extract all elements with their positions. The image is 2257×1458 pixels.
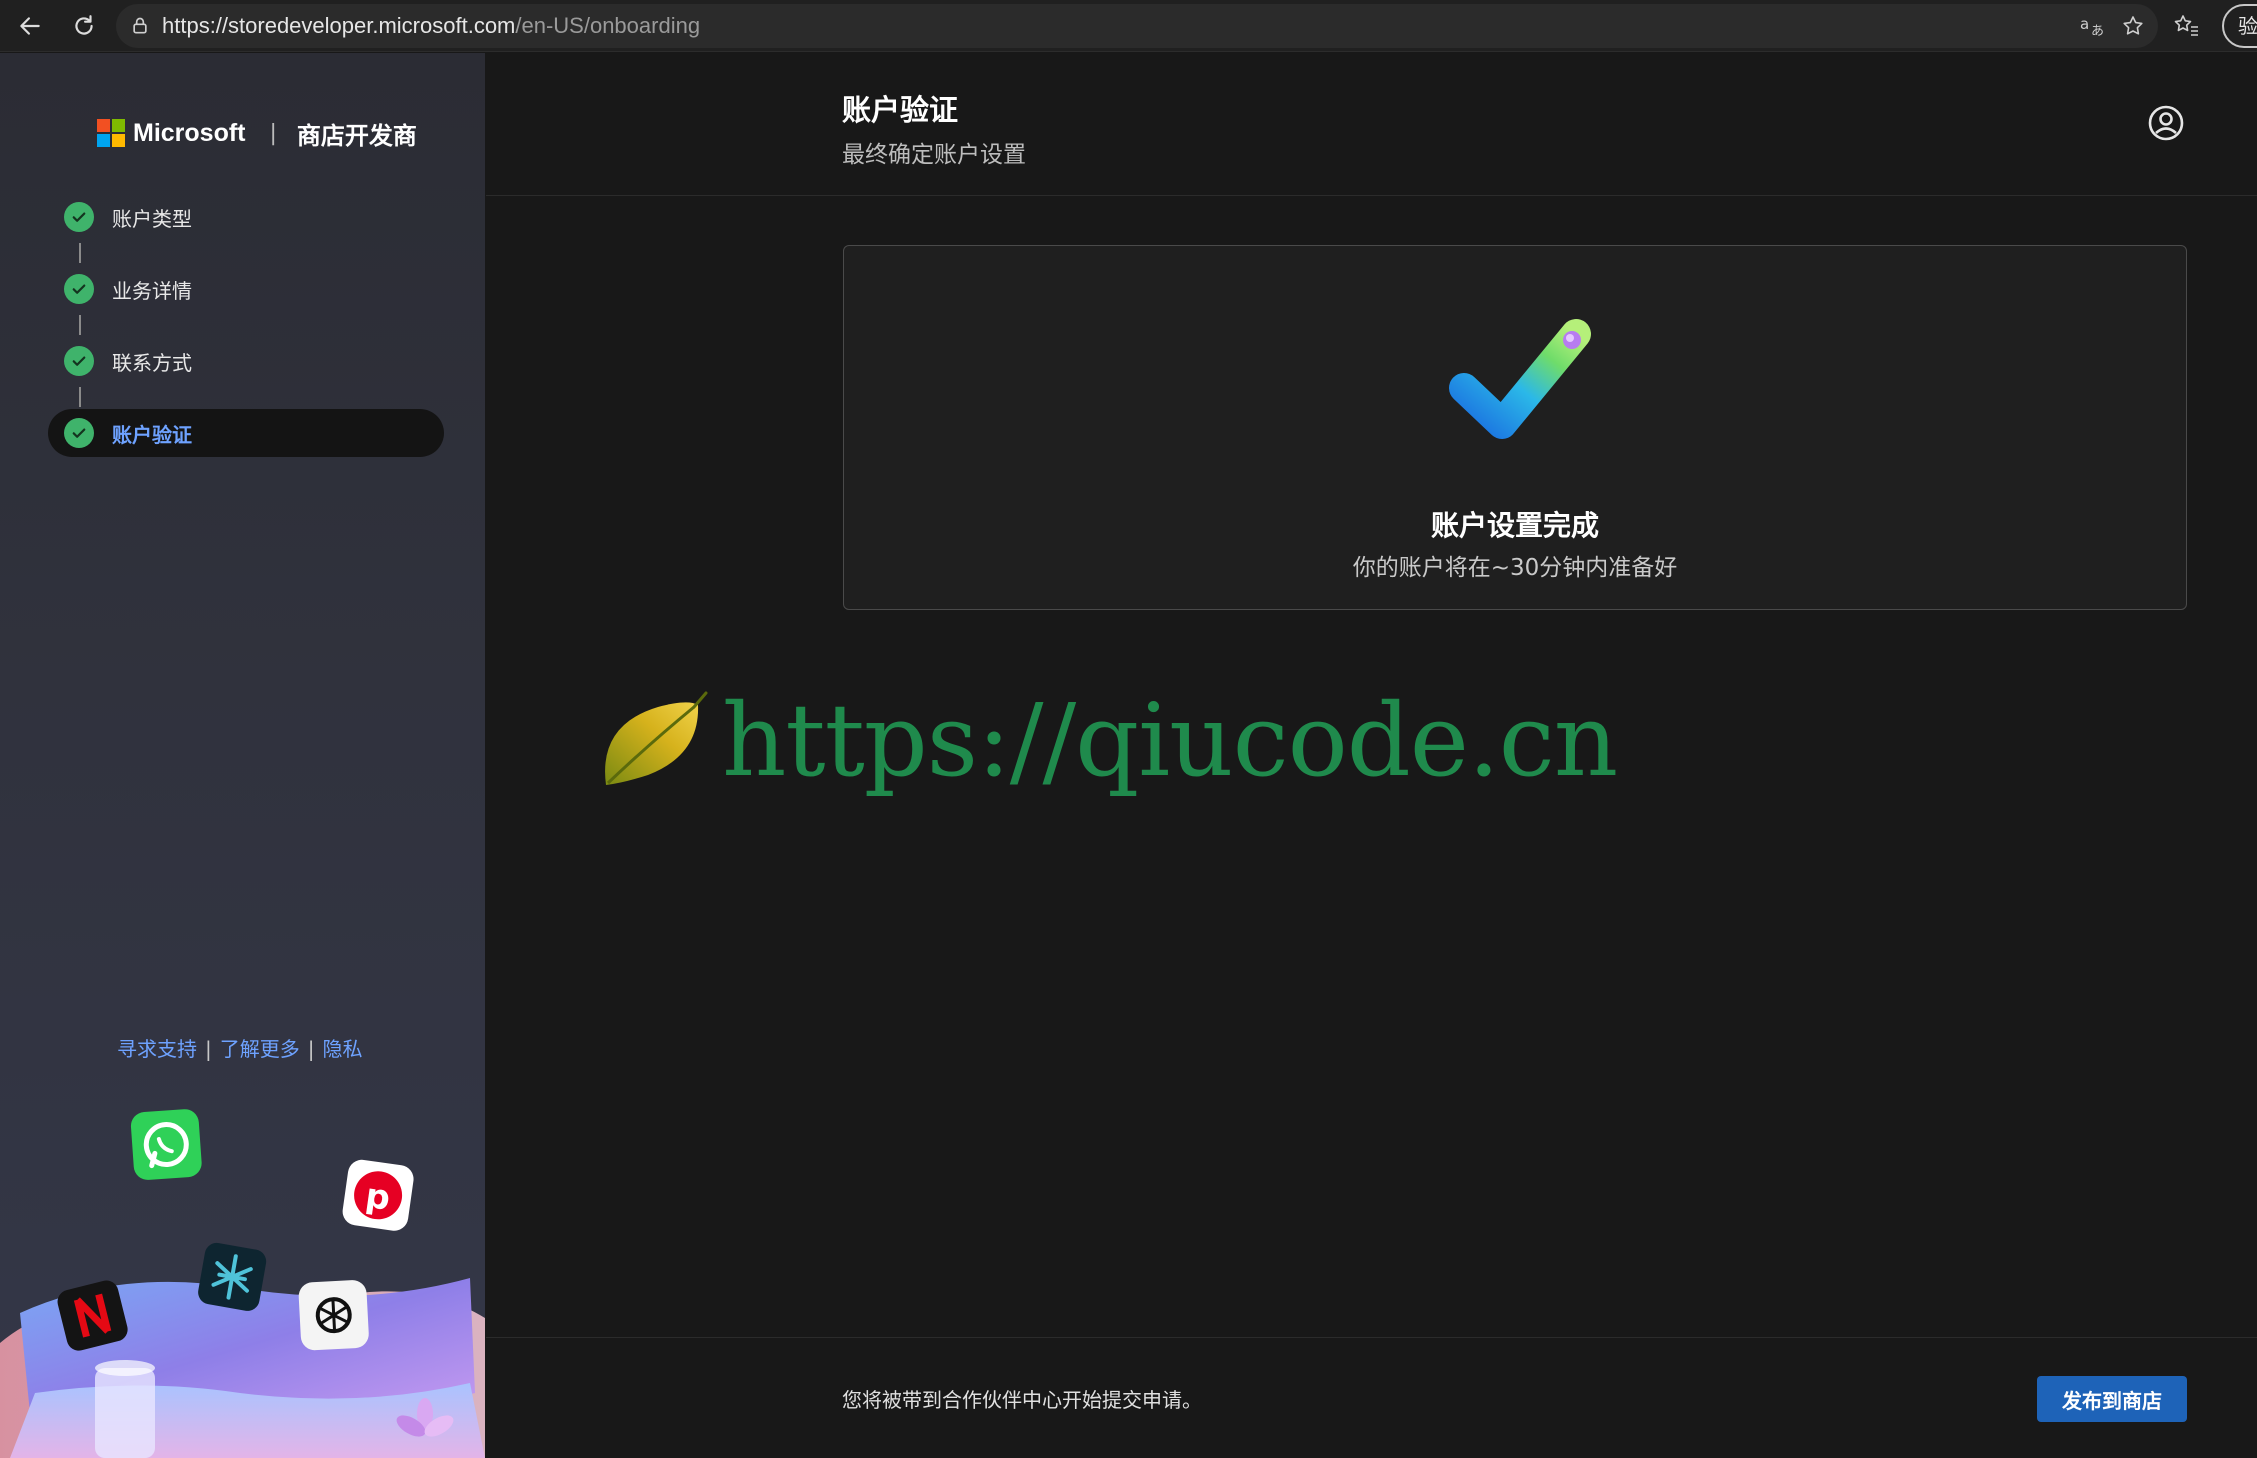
profile-label: 验证 <box>2238 14 2257 38</box>
refresh-icon <box>75 15 93 35</box>
product-name: 商店开发商 <box>296 121 417 150</box>
step-label: 联系方式 <box>112 350 192 375</box>
privacy-link[interactable]: 隐私 <box>323 1037 363 1061</box>
browser-toolbar: https://storedeveloper.microsoft.com/en-… <box>0 0 2257 52</box>
whatsapp-app-icon <box>130 1109 202 1180</box>
check-icon <box>64 274 94 304</box>
step-connector <box>48 385 444 409</box>
sidebar: Microsoft | 商店开发商 账户类型 业务详情 联系方式 账户验证 寻求… <box>0 53 485 1458</box>
step-account-verification[interactable]: 账户验证 <box>48 409 444 457</box>
brand: Microsoft | 商店开发商 <box>97 113 417 153</box>
leaf-icon <box>605 691 708 785</box>
star-icon <box>2123 16 2143 35</box>
svg-text:a: a <box>2080 15 2089 33</box>
translate-button[interactable]: aあ <box>2076 12 2110 40</box>
perplexity-app-icon <box>198 1242 267 1311</box>
brand-name: Microsoft <box>133 118 246 147</box>
address-bar[interactable]: https://storedeveloper.microsoft.com/en-… <box>116 4 2158 48</box>
card-subtitle: 你的账户将在~30分钟内准备好 <box>1352 555 1678 581</box>
chatgpt-app-icon <box>298 1280 369 1351</box>
completion-card: 账户设置完成 你的账户将在~30分钟内准备好 <box>843 245 2187 610</box>
page-subtitle: 最终确定账户设置 <box>842 142 1026 168</box>
account-icon[interactable] <box>2146 103 2186 143</box>
back-button[interactable] <box>10 8 50 44</box>
check-icon <box>64 202 94 232</box>
bottom-bar: 您将被带到合作伙伴中心开始提交申请。 发布到商店 <box>486 1337 2257 1458</box>
page-title: 账户验证 <box>842 93 959 127</box>
footer-links: 寻求支持 | 了解更多 | 隐私 <box>117 1033 363 1062</box>
check-icon <box>64 418 94 448</box>
learn-more-link[interactable]: 了解更多 <box>220 1037 300 1061</box>
favorites-button[interactable] <box>2166 10 2206 42</box>
onboarding-steps: 账户类型 业务详情 联系方式 账户验证 <box>48 193 444 457</box>
success-check-icon <box>1449 319 1591 439</box>
microsoft-logo-icon <box>97 119 125 147</box>
step-connector <box>48 313 444 337</box>
back-icon <box>20 17 40 35</box>
svg-text:あ: あ <box>2091 24 2104 38</box>
bookmark-star-button[interactable] <box>2116 12 2150 40</box>
apps-illustration: p <box>0 1109 485 1458</box>
partner-center-message: 您将被带到合作伙伴中心开始提交申请。 <box>842 1388 1202 1412</box>
publish-to-store-button[interactable]: 发布到商店 <box>2037 1376 2187 1422</box>
address-url: https://storedeveloper.microsoft.com/en-… <box>162 4 700 48</box>
check-icon <box>64 346 94 376</box>
brand-separator: | <box>269 120 277 146</box>
refresh-button[interactable] <box>64 8 104 44</box>
step-connector <box>48 241 444 265</box>
translate-icon: aあ <box>2080 15 2104 38</box>
step-label: 账户验证 <box>112 422 192 447</box>
link-separator: | <box>205 1037 212 1061</box>
watermark: https://qiucode.cn <box>598 680 1618 800</box>
profile-button[interactable]: 验证 <box>2222 4 2257 48</box>
step-business-details[interactable]: 业务详情 <box>48 265 444 313</box>
url-path: /en-US/onboarding <box>515 13 701 38</box>
card-title: 账户设置完成 <box>1430 509 1599 542</box>
lock-icon <box>133 17 147 34</box>
url-host: https://storedeveloper.microsoft.com <box>162 13 516 38</box>
favorites-icon <box>2174 15 2198 36</box>
step-label: 业务详情 <box>112 278 192 303</box>
step-label: 账户类型 <box>112 206 192 231</box>
step-account-type[interactable]: 账户类型 <box>48 193 444 241</box>
watermark-text: https://qiucode.cn <box>722 681 1618 799</box>
step-contact-info[interactable]: 联系方式 <box>48 337 444 385</box>
main-header: 账户验证 最终确定账户设置 <box>486 53 2257 196</box>
support-link[interactable]: 寻求支持 <box>117 1037 197 1061</box>
pinterest-app-icon: p <box>342 1159 414 1231</box>
link-separator: | <box>307 1037 315 1061</box>
